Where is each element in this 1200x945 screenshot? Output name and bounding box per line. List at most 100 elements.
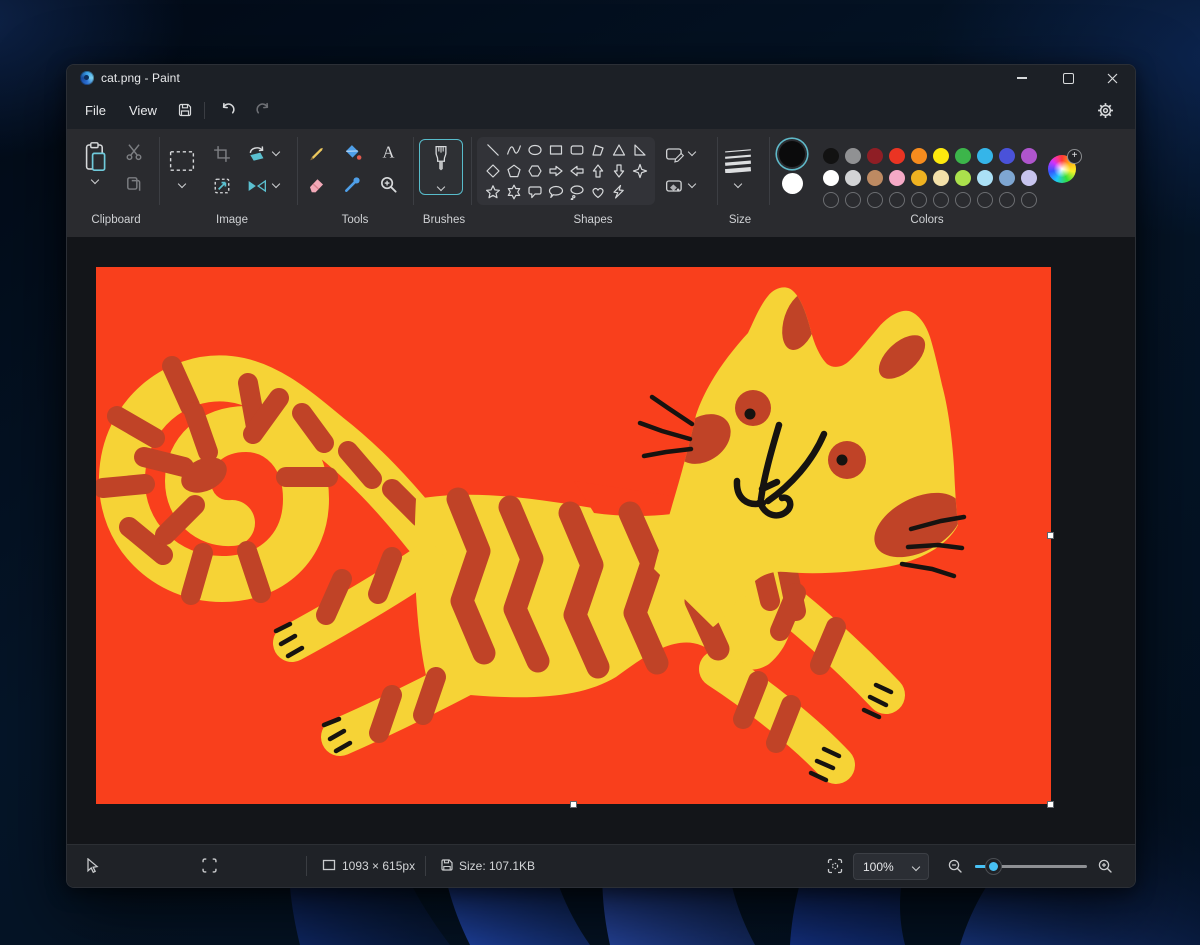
text-tool[interactable]: A [379, 142, 398, 161]
empty-color-slot[interactable] [823, 192, 839, 208]
shape-rounded-callout[interactable] [524, 182, 545, 203]
size-button[interactable] [723, 147, 753, 173]
color-swatch[interactable] [1021, 148, 1037, 164]
shape-pentagon[interactable] [503, 161, 524, 182]
select-button[interactable] [169, 149, 195, 173]
empty-color-slot[interactable] [867, 192, 883, 208]
color-swatch[interactable] [845, 170, 861, 186]
save-button[interactable] [171, 97, 199, 123]
shape-outline-button[interactable] [665, 145, 685, 163]
color-swatch[interactable] [911, 148, 927, 164]
color-swatch[interactable] [955, 170, 971, 186]
empty-color-slot[interactable] [911, 192, 927, 208]
magnifier-tool[interactable] [379, 175, 398, 194]
eyedropper-tool[interactable] [343, 175, 362, 194]
maximize-button[interactable] [1045, 65, 1091, 91]
shape-rounded-rectangle[interactable] [566, 140, 587, 161]
color-swatch[interactable] [1021, 170, 1037, 186]
shape-fill-dropdown[interactable] [689, 181, 695, 187]
rotate-dropdown[interactable] [273, 149, 279, 155]
shape-fill-button[interactable] [665, 177, 685, 195]
flip-dropdown[interactable] [273, 181, 279, 187]
shape-arrow-down[interactable] [608, 161, 629, 182]
paste-button[interactable] [83, 141, 107, 173]
color-swatch[interactable] [889, 170, 905, 186]
size-dropdown[interactable] [735, 181, 741, 187]
cut-button[interactable] [125, 143, 143, 161]
empty-color-slot[interactable] [999, 192, 1015, 208]
close-button[interactable] [1089, 65, 1135, 91]
empty-color-slot[interactable] [955, 192, 971, 208]
empty-color-slot[interactable] [1021, 192, 1037, 208]
resize-button[interactable] [213, 177, 231, 195]
empty-color-slot[interactable] [933, 192, 949, 208]
empty-color-slot[interactable] [845, 192, 861, 208]
shape-five-point-star[interactable] [482, 182, 503, 203]
brushes-button[interactable] [419, 139, 463, 195]
resize-handle-bottom[interactable] [570, 801, 577, 808]
background-color-swatch[interactable] [782, 173, 803, 194]
zoom-slider-thumb[interactable] [985, 858, 1002, 875]
shape-line[interactable] [482, 140, 503, 161]
zoom-dropdown[interactable]: 100% [853, 853, 929, 880]
shape-rectangle[interactable] [545, 140, 566, 161]
color-swatch[interactable] [889, 148, 905, 164]
undo-button[interactable] [213, 97, 241, 123]
shape-six-point-star[interactable] [503, 182, 524, 203]
magnifier-icon [379, 175, 398, 194]
resize-handle-corner[interactable] [1047, 801, 1054, 808]
settings-button[interactable] [1091, 97, 1119, 123]
empty-color-slot[interactable] [977, 192, 993, 208]
menu-view[interactable]: View [119, 98, 167, 122]
pencil-tool[interactable] [307, 143, 326, 162]
eraser-tool[interactable] [307, 175, 326, 194]
paste-dropdown[interactable] [92, 177, 98, 183]
empty-color-slot[interactable] [889, 192, 905, 208]
redo-button[interactable] [249, 97, 277, 123]
shape-oval[interactable] [524, 140, 545, 161]
color-swatch[interactable] [933, 170, 949, 186]
rotate-button[interactable] [247, 145, 267, 163]
shape-diamond[interactable] [482, 161, 503, 182]
color-swatch[interactable] [823, 148, 839, 164]
shape-arrow-right[interactable] [545, 161, 566, 182]
color-swatch[interactable] [933, 148, 949, 164]
shape-triangle[interactable] [608, 140, 629, 161]
flip-button[interactable] [247, 177, 267, 195]
shape-curve[interactable] [503, 140, 524, 161]
shape-arrow-up[interactable] [587, 161, 608, 182]
menu-file[interactable]: File [75, 98, 116, 122]
color-swatch[interactable] [845, 148, 861, 164]
color-swatch[interactable] [823, 170, 839, 186]
fill-tool[interactable] [343, 143, 362, 162]
color-swatch[interactable] [999, 148, 1015, 164]
select-dropdown[interactable] [179, 181, 185, 187]
shape-four-point-star[interactable] [629, 161, 650, 182]
shape-hexagon[interactable] [524, 161, 545, 182]
zoom-out-icon[interactable] [947, 858, 963, 874]
shape-outline-dropdown[interactable] [689, 149, 695, 155]
shape-polygon[interactable] [587, 140, 608, 161]
color-swatch[interactable] [977, 170, 993, 186]
shape-thought-bubble[interactable] [566, 182, 587, 203]
crop-button[interactable] [213, 145, 231, 163]
shape-oval-callout[interactable] [545, 182, 566, 203]
color-swatch[interactable] [955, 148, 971, 164]
resize-handle-right[interactable] [1047, 532, 1054, 539]
color-swatch[interactable] [999, 170, 1015, 186]
foreground-color-swatch[interactable] [779, 141, 805, 167]
color-swatch[interactable] [867, 170, 883, 186]
color-swatch[interactable] [911, 170, 927, 186]
minimize-button[interactable] [999, 65, 1045, 91]
drawing-canvas[interactable] [96, 267, 1051, 804]
shape-lightning[interactable] [608, 182, 629, 203]
shape-right-triangle[interactable] [629, 140, 650, 161]
color-swatch[interactable] [977, 148, 993, 164]
zoom-slider[interactable] [975, 865, 1087, 868]
zoom-in-icon[interactable] [1097, 858, 1113, 874]
shape-heart[interactable] [587, 182, 608, 203]
canvas-size-text: 1093 × 615px [342, 859, 415, 873]
copy-button[interactable] [125, 175, 143, 193]
shape-arrow-left[interactable] [566, 161, 587, 182]
color-swatch[interactable] [867, 148, 883, 164]
